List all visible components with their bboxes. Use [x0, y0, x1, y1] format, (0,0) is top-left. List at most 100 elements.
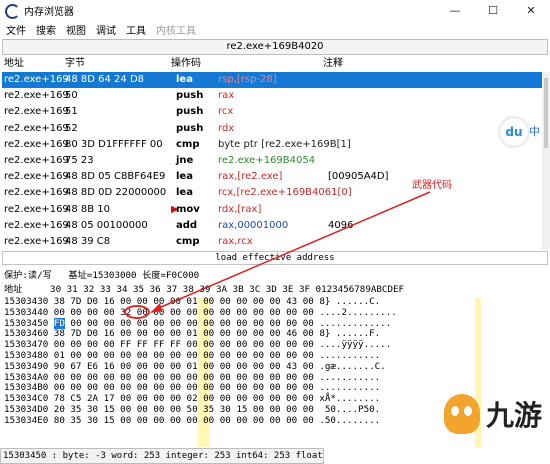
hex-address: 15303460 [4, 328, 54, 340]
hex-address: 15303470 [4, 339, 54, 351]
disasm-comment [328, 121, 428, 137]
watermark: 九游 [444, 394, 542, 434]
zh-badge[interactable]: 中 [529, 123, 540, 139]
disasm-address: re2.exe+169 [4, 154, 69, 166]
hex-ascii: .gæ.......C. [313, 360, 386, 372]
disasm-address: re2.exe+169 [4, 106, 69, 118]
hex-address: 15303450 [4, 317, 54, 329]
col-bytes[interactable]: 字节 [65, 57, 171, 71]
disasm-row[interactable]: re2.exe+169 75 23 jne re2.exe+169B4054 [2, 153, 542, 169]
disasm-address: re2.exe+169 [4, 171, 69, 183]
hex-address: 15303430 [4, 297, 54, 307]
disasm-scrollbar[interactable] [542, 72, 550, 250]
disasm-opcode: lea [176, 187, 193, 199]
window-title: 内存浏览器 [24, 6, 74, 18]
menu-view[interactable]: 视图 [66, 22, 86, 37]
disassembly-view[interactable]: re2.exe+169 48 8D 64 24 D8 lea rsp,[rsp-28]… [2, 72, 542, 250]
col-comment[interactable]: 注释 [323, 57, 423, 71]
disasm-address: re2.exe+169 [4, 122, 69, 134]
memory-region-info: 保护:读/写 基址=15303000 长度=F0C000 [4, 270, 200, 281]
disasm-row[interactable]: re2.exe+169 50 push rax [2, 88, 542, 104]
menu-debug[interactable]: 调试 [96, 22, 116, 37]
disasm-address: re2.exe+169 [4, 90, 69, 102]
selected-byte[interactable]: FD [53, 317, 65, 329]
hex-bytes[interactable]: FD 00 00 00 00 00 00 00 00 00 00 00 00 0… [53, 317, 314, 329]
hex-ascii: ........... [313, 349, 381, 361]
hex-address: 153034B0 [4, 382, 54, 394]
disasm-bytes: 48 39 C8 [65, 235, 111, 247]
hex-bytes[interactable]: 90 67 E6 16 00 00 00 00 01 00 00 00 00 0… [54, 361, 314, 372]
disasm-address: re2.exe+169 [4, 187, 69, 199]
disasm-opcode: mov [176, 203, 200, 215]
disasm-comment [328, 104, 428, 120]
address-bar[interactable]: re2.exe+169B4020 [2, 39, 548, 55]
disasm-comment [328, 234, 428, 250]
disasm-row[interactable]: re2.exe+169 48 8D 05 C8BF64E9 lea rax,[re2.… [2, 169, 542, 185]
hex-bytes[interactable]: 00 00 00 00 00 00 00 00 00 00 00 00 00 0… [54, 372, 314, 383]
hex-bytes[interactable]: 78 C5 2A 17 00 00 00 00 02 00 00 00 00 0… [54, 393, 314, 404]
disasm-row[interactable]: re2.exe+169 48 05 00100000 add rax,00001000… [2, 218, 542, 234]
hex-bytes[interactable]: 00 00 00 00 00 00 00 00 00 00 00 00 00 0… [54, 382, 314, 393]
instruction-description: load effective address [2, 251, 548, 265]
disasm-opcode: push [176, 90, 204, 102]
hex-ascii: 8} ......F. [313, 328, 381, 340]
hex-bytes[interactable]: 80 35 30 15 00 00 00 00 00 00 00 00 00 0… [54, 415, 314, 426]
cheat-engine-icon [4, 3, 20, 19]
hex-bytes[interactable]: 38 7D D0 16 00 00 00 00 01 00 00 00 00 0… [54, 328, 314, 339]
hex-bytes[interactable]: 00 00 00 00 32 00 00 00 00 00 00 00 00 0… [54, 307, 314, 318]
hex-ascii: 50....P50. [313, 403, 381, 415]
menu-file[interactable]: 文件 [6, 22, 26, 37]
du-badge[interactable]: du [500, 118, 528, 146]
hex-bytes[interactable]: 00 00 00 00 FF FF FF FF 00 00 00 00 00 0… [54, 339, 314, 350]
hex-bytes[interactable]: 01 00 00 00 00 00 00 00 00 00 00 00 00 0… [54, 350, 314, 361]
hex-address: 153034A0 [4, 371, 54, 383]
disasm-operands: rdx [218, 122, 235, 134]
disasm-bytes: 51 [65, 106, 78, 118]
disasm-row[interactable]: re2.exe+169 51 push rcx [2, 104, 542, 120]
disasm-row[interactable]: re2.exe+169 80 3D D1FFFFFF 00 cmp byte ptr … [2, 137, 542, 153]
disasm-operands: byte ptr [re2.exe+169B[1] [218, 138, 351, 150]
disasm-row[interactable]: re2.exe+169 48 8D 64 24 D8 lea rsp,[rsp-28] [2, 72, 542, 89]
disasm-bytes: 75 23 [65, 154, 94, 166]
hex-bytes[interactable]: 38 7D D0 16 00 00 00 00 01 00 00 00 00 0… [54, 297, 314, 307]
disasm-operands: rsp,[rsp-28] [218, 74, 277, 85]
disasm-opcode: push [176, 122, 204, 134]
hex-address: 153034C0 [4, 393, 54, 405]
disasm-operands: rax,00001000 [218, 219, 289, 231]
hex-ascii: ....2......... [313, 306, 397, 318]
col-address[interactable]: 地址 [2, 57, 65, 71]
minimize-button[interactable]: — [436, 0, 474, 20]
disasm-address: re2.exe+169 [4, 235, 69, 247]
disasm-row[interactable]: re2.exe+169 48 39 C8 cmp rax,rcx [2, 234, 542, 250]
disasm-bytes: 50 [65, 90, 78, 102]
hex-ascii: .50........ [313, 414, 381, 426]
disasm-operands: rcx,[re2.exe+169B4061[0] [218, 187, 352, 199]
disasm-operands: rax,[re2.exe] [218, 171, 283, 183]
disasm-opcode: lea [176, 171, 193, 183]
window-controls: — ☐ ✕ [436, 0, 550, 20]
menu-search[interactable]: 搜索 [36, 22, 56, 37]
close-button[interactable]: ✕ [512, 0, 550, 20]
disasm-bytes: 48 8D 0D 22000000 [65, 187, 167, 199]
col-opcode[interactable]: 操作码 [171, 57, 323, 71]
hex-bytes[interactable]: 20 35 30 15 00 00 00 00 50 35 30 15 00 0… [54, 404, 314, 415]
hex-address: 153034D0 [4, 403, 54, 415]
maximize-button[interactable]: ☐ [474, 0, 512, 20]
title-bar: 内存浏览器 — ☐ ✕ [0, 0, 550, 20]
disasm-bytes: 48 8B 10 [65, 203, 111, 215]
hex-ascii: ....ÿÿÿÿ..... [313, 339, 392, 351]
disasm-row[interactable]: re2.exe+169 52 push rdx [2, 121, 542, 137]
menu-tools[interactable]: 工具 [126, 22, 146, 37]
disasm-bytes: 48 8D 05 C8BF64E9 [65, 171, 166, 183]
hex-ascii: 8} ......C. [313, 297, 381, 307]
disasm-row[interactable]: re2.exe+169 48 8D 0D 22000000 lea rcx,[re2.… [2, 185, 542, 201]
annotation-circle [124, 305, 150, 319]
disasm-opcode: lea [176, 74, 193, 85]
disasm-comment [328, 72, 428, 88]
disasm-bytes: 80 3D D1FFFFFF 00 [65, 138, 163, 150]
disasm-address: re2.exe+169 [4, 74, 69, 85]
disasm-row[interactable]: re2.exe+169 48 8B 10 ▶ mov rdx,[rax] [2, 202, 542, 218]
disasm-operands: rcx [218, 106, 234, 118]
disasm-address: re2.exe+169 [4, 219, 69, 231]
disasm-comment [328, 88, 428, 104]
